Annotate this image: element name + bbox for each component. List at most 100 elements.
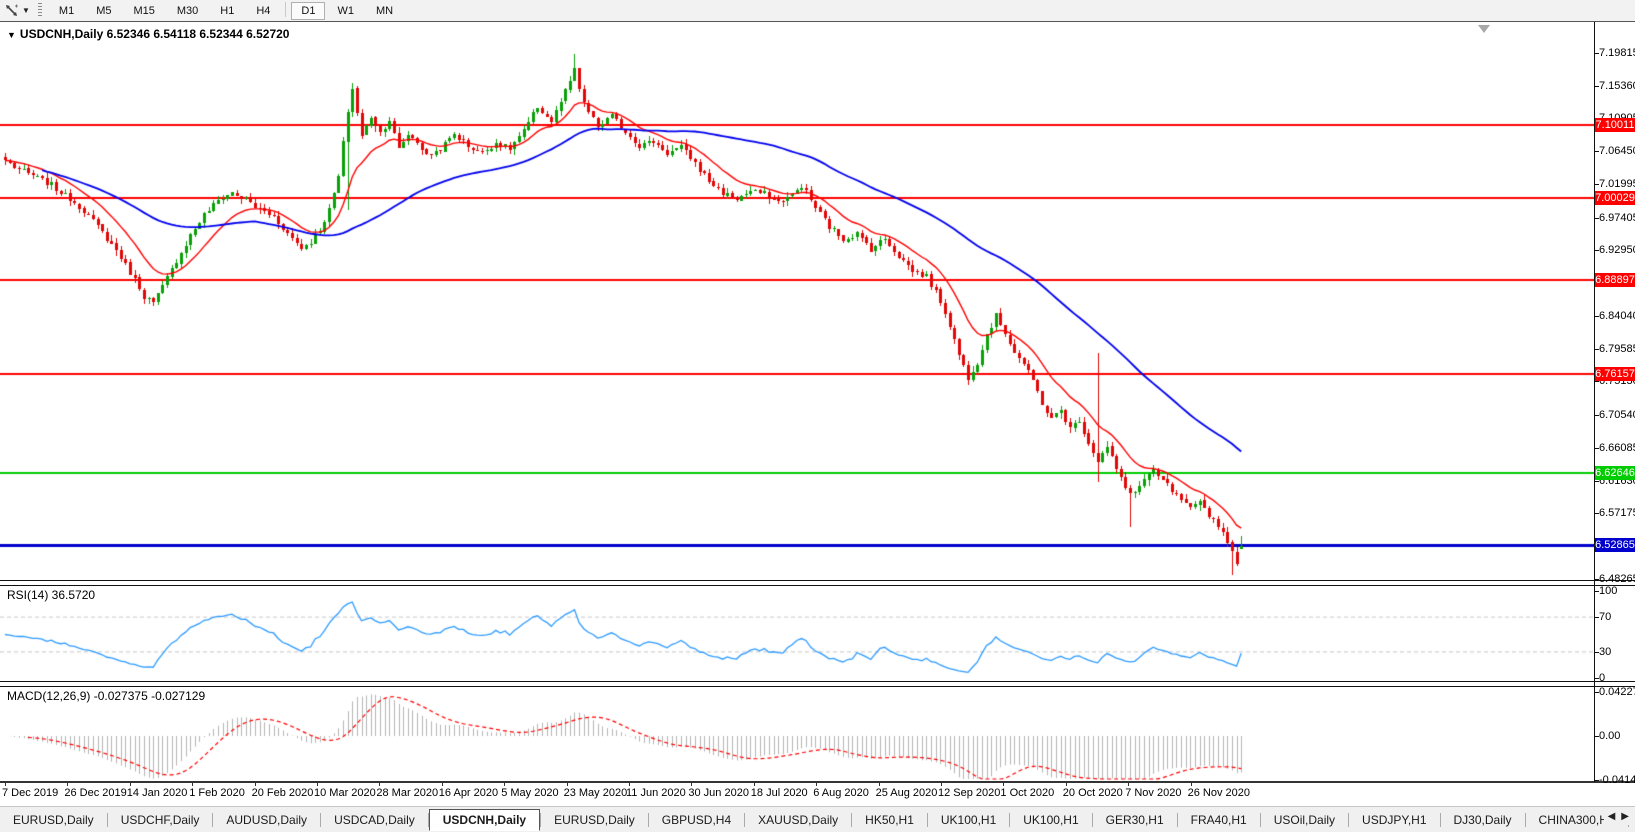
rsi-indicator-label: RSI(14) 36.5720 [7, 588, 95, 602]
y-tick-label: 6.66085 [1599, 442, 1635, 455]
panel-separator[interactable] [0, 681, 1635, 687]
chart-tab-usdcnh-daily[interactable]: USDCNH,Daily [429, 809, 540, 831]
timeframe-button-w1[interactable]: W1 [327, 2, 364, 20]
chart-tab-usdchf-daily[interactable]: USDCHF,Daily [108, 809, 213, 831]
x-tick-mark [567, 782, 568, 786]
chart-tab-xauusd-daily[interactable]: XAUUSD,Daily [745, 809, 851, 831]
timeframe-button-h4[interactable]: H4 [246, 2, 280, 20]
x-tick-mark [130, 782, 131, 786]
chart-type-dropdown-caret[interactable]: ▼ [22, 6, 30, 15]
panel-separator[interactable] [0, 580, 1635, 586]
y-tick-label: 7.19815 [1599, 47, 1635, 60]
x-date-label: 26 Nov 2020 [1188, 787, 1250, 799]
chart-tab-eurusd-daily[interactable]: EURUSD,Daily [0, 809, 107, 831]
x-date-label: 20 Feb 2020 [252, 787, 314, 799]
y-tick-label: 7.06450 [1599, 145, 1635, 158]
x-tick-mark [255, 782, 256, 786]
x-date-label: 28 Mar 2020 [376, 787, 438, 799]
rsi-tick-label: 30 [1599, 646, 1635, 659]
timeframe-button-m30[interactable]: M30 [167, 2, 208, 20]
timeframe-button-m15[interactable]: M15 [123, 2, 164, 20]
x-date-label: 26 Dec 2019 [64, 787, 126, 799]
timeframe-buttons: M1M5M15M30H1H4 D1W1MN [48, 2, 404, 20]
tab-scrollers: ◀ ▶ [1604, 808, 1633, 825]
x-tick-mark [317, 782, 318, 786]
chart-tab-fra40-h1[interactable]: FRA40,H1 [1178, 809, 1260, 831]
x-date-label: 1 Feb 2020 [189, 787, 245, 799]
y-axis-line [1594, 22, 1595, 782]
x-date-label: 23 May 2020 [564, 787, 628, 799]
x-date-label: 30 Jun 2020 [688, 787, 749, 799]
x-tick-mark [754, 782, 755, 786]
chart-tab-bar: EURUSD,DailyUSDCHF,DailyAUDUSD,DailyUSDC… [0, 806, 1635, 832]
level-price-badge: 6.52865 [1595, 538, 1635, 552]
x-tick-mark [5, 782, 6, 786]
chart-tab-gbpusd-h4[interactable]: GBPUSD,H4 [649, 809, 744, 831]
symbol-name: USDCNH,Daily [20, 27, 103, 41]
x-date-label: 20 Oct 2020 [1063, 787, 1123, 799]
rsi-chart-canvas[interactable] [0, 585, 1594, 681]
x-date-label: 14 Jan 2020 [127, 787, 188, 799]
macd-chart-canvas[interactable] [0, 686, 1594, 781]
x-tick-mark [1003, 782, 1004, 786]
chart-cursor-icon[interactable] [3, 3, 21, 19]
rsi-tick-label: 0 [1599, 672, 1635, 685]
x-date-label: 18 Jul 2020 [751, 787, 808, 799]
y-tick-label: 6.79585 [1599, 343, 1635, 356]
x-tick-mark [629, 782, 630, 786]
y-tick-label: 6.92950 [1599, 244, 1635, 257]
toolbar-grip[interactable] [38, 3, 42, 18]
macd-indicator-label: MACD(12,26,9) -0.027375 -0.027129 [7, 689, 205, 703]
timeframe-button-h1[interactable]: H1 [210, 2, 244, 20]
level-price-badge: 6.76157 [1595, 367, 1635, 381]
x-tick-mark [1066, 782, 1067, 786]
y-tick-label: 6.97405 [1599, 212, 1635, 225]
chart-tab-uk100-h1[interactable]: UK100,H1 [928, 809, 1009, 831]
y-tick-label: 6.70540 [1599, 409, 1635, 422]
y-tick-label: 6.48265 [1599, 573, 1635, 586]
level-price-badge: 7.00029 [1595, 191, 1635, 205]
mt4-window: ▼ M1M5M15M30H1H4 D1W1MN ▼ USDCNH,Daily 6.5… [0, 0, 1635, 832]
chart-tab-ger30-h1[interactable]: GER30,H1 [1093, 809, 1177, 831]
timeframe-button-d1[interactable]: D1 [291, 2, 325, 20]
x-date-label: 11 Jun 2020 [626, 787, 686, 799]
timeframe-button-mn[interactable]: MN [366, 2, 403, 20]
level-price-badge: 7.10011 [1595, 118, 1635, 132]
x-axis-border [0, 781, 1635, 783]
chart-tab-usdjpy-h1[interactable]: USDJPY,H1 [1349, 809, 1439, 831]
macd-tick-label: -0.04148 [1599, 774, 1635, 787]
chart-tab-eurusd-daily[interactable]: EURUSD,Daily [541, 809, 648, 831]
toolbar-separator [285, 2, 286, 17]
collapse-triangle-icon[interactable]: ▼ [7, 30, 16, 40]
chart-tab-usoil-daily[interactable]: USOil,Daily [1261, 809, 1348, 831]
chart-tab-uk100-h1[interactable]: UK100,H1 [1010, 809, 1091, 831]
x-date-label: 6 Aug 2020 [813, 787, 869, 799]
y-tick-label: 6.57175 [1599, 507, 1635, 520]
macd-tick-label: 0.00 [1599, 730, 1635, 743]
tab-scroll-left-icon[interactable]: ◀ [1608, 811, 1616, 822]
price-chart-canvas[interactable] [0, 23, 1594, 580]
chart-shift-marker-icon[interactable] [1478, 25, 1490, 33]
x-tick-mark [879, 782, 880, 786]
chart-tab-usdcad-daily[interactable]: USDCAD,Daily [321, 809, 428, 831]
x-date-label: 16 Apr 2020 [439, 787, 498, 799]
chart-tab-audusd-daily[interactable]: AUDUSD,Daily [213, 809, 320, 831]
x-tick-mark [67, 782, 68, 786]
chart-tab-hk50-h1[interactable]: HK50,H1 [852, 809, 927, 831]
level-price-badge: 6.62646 [1595, 466, 1635, 480]
rsi-tick-label: 100 [1599, 585, 1635, 598]
x-date-label: 25 Aug 2020 [876, 787, 938, 799]
timeframe-button-m5[interactable]: M5 [86, 2, 121, 20]
macd-tick-label: 0.042275 [1599, 686, 1635, 699]
x-date-label: 10 Mar 2020 [314, 787, 376, 799]
x-tick-mark [1128, 782, 1129, 786]
symbol-ohlc: 6.52346 6.54118 6.52344 6.52720 [107, 27, 290, 41]
x-date-label: 1 Oct 2020 [1000, 787, 1054, 799]
level-price-badge: 6.88897 [1595, 273, 1635, 287]
x-tick-mark [192, 782, 193, 786]
timeframe-toolbar: ▼ M1M5M15M30H1H4 D1W1MN [0, 0, 1635, 22]
chart-tab-dj30-daily[interactable]: DJ30,Daily [1441, 809, 1525, 831]
x-tick-mark [941, 782, 942, 786]
timeframe-button-m1[interactable]: M1 [49, 2, 84, 20]
tab-scroll-right-icon[interactable]: ▶ [1621, 811, 1629, 822]
